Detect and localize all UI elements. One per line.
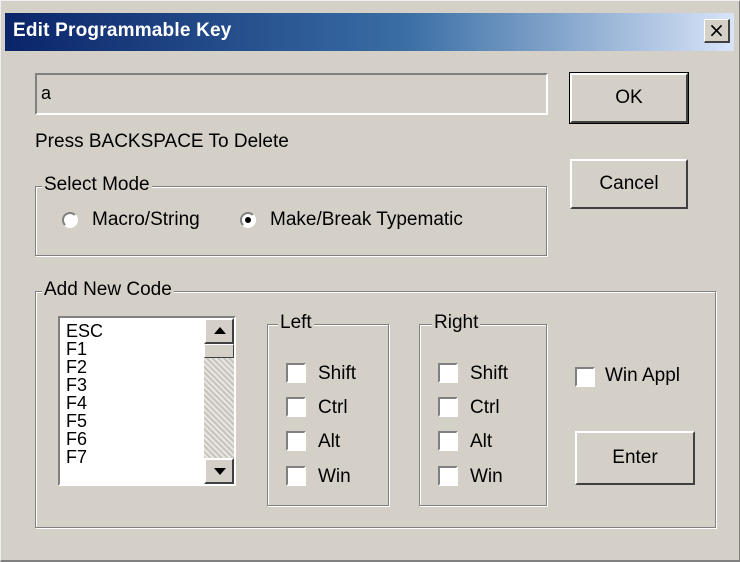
right-alt-checkbox[interactable]	[438, 431, 458, 451]
cancel-button[interactable]: Cancel	[570, 159, 688, 209]
key-value-field[interactable]: a	[35, 73, 548, 115]
backspace-hint: Press BACKSPACE To Delete	[35, 131, 289, 152]
left-alt-label: Alt	[318, 431, 341, 452]
list-scrollbar[interactable]	[204, 318, 234, 484]
list-item[interactable]: F6	[60, 430, 103, 448]
right-win-checkbox[interactable]	[438, 466, 458, 486]
left-shift-checkbox[interactable]	[286, 363, 306, 383]
list-item[interactable]: F3	[60, 376, 103, 394]
key-value-text: a	[41, 83, 52, 103]
right-modifiers-group: Right Shift Ctrl Alt Win	[419, 312, 547, 506]
list-item[interactable]: F1	[60, 340, 103, 358]
select-mode-group: Select Mode Macro/String Make/Break Type…	[35, 174, 547, 256]
left-alt-checkbox[interactable]	[286, 431, 306, 451]
left-ctrl-checkbox[interactable]	[286, 397, 306, 417]
win-appl-checkbox[interactable]	[575, 367, 595, 387]
right-legend: Right	[432, 312, 481, 334]
title-bar: Edit Programmable Key ×	[5, 13, 734, 51]
arrow-up-icon	[214, 327, 226, 334]
right-ctrl-label: Ctrl	[470, 397, 500, 418]
radio-dot-icon	[245, 217, 251, 223]
select-mode-legend: Select Mode	[42, 174, 152, 196]
close-icon: ×	[708, 18, 725, 42]
left-shift-label: Shift	[318, 363, 357, 384]
right-shift-checkbox[interactable]	[438, 363, 458, 383]
radio-label-make-break: Make/Break Typematic	[270, 209, 463, 230]
right-ctrl-checkbox[interactable]	[438, 397, 458, 417]
scroll-down-button[interactable]	[204, 458, 234, 484]
radio-button-selected[interactable]	[240, 212, 256, 228]
enter-button[interactable]: Enter	[575, 431, 695, 485]
close-button[interactable]: ×	[704, 19, 730, 43]
radio-label-macro-string: Macro/String	[92, 209, 200, 230]
ok-button-label: OK	[615, 87, 643, 108]
win-appl-label: Win Appl	[605, 365, 680, 386]
list-item[interactable]: F5	[60, 412, 103, 430]
scroll-thumb[interactable]	[204, 344, 234, 358]
cancel-button-label: Cancel	[599, 173, 659, 194]
key-code-list[interactable]: ESC F1 F2 F3 F4 F5 F6 F7	[58, 316, 236, 486]
left-win-label: Win	[318, 466, 351, 487]
list-item[interactable]: ESC	[60, 322, 103, 340]
right-alt-label: Alt	[470, 431, 493, 452]
left-win-checkbox[interactable]	[286, 466, 306, 486]
list-item[interactable]: F7	[60, 448, 103, 466]
list-item[interactable]: F4	[60, 394, 103, 412]
ok-button[interactable]: OK	[569, 72, 689, 124]
list-item[interactable]: F2	[60, 358, 103, 376]
dialog-title: Edit Programmable Key	[13, 20, 232, 41]
right-shift-label: Shift	[470, 363, 509, 384]
edit-programmable-key-dialog: Edit Programmable Key × a OK Cancel Pres…	[0, 0, 740, 562]
key-code-items: ESC F1 F2 F3 F4 F5 F6 F7	[60, 322, 103, 466]
left-legend: Left	[278, 312, 314, 334]
add-new-code-legend: Add New Code	[42, 279, 174, 301]
left-modifiers-group: Left Shift Ctrl Alt Win	[267, 312, 389, 506]
arrow-down-icon	[214, 468, 226, 475]
enter-button-label: Enter	[612, 447, 658, 468]
right-win-label: Win	[470, 466, 503, 487]
left-ctrl-label: Ctrl	[318, 397, 348, 418]
radio-button[interactable]	[62, 212, 78, 228]
scroll-up-button[interactable]	[204, 318, 234, 344]
